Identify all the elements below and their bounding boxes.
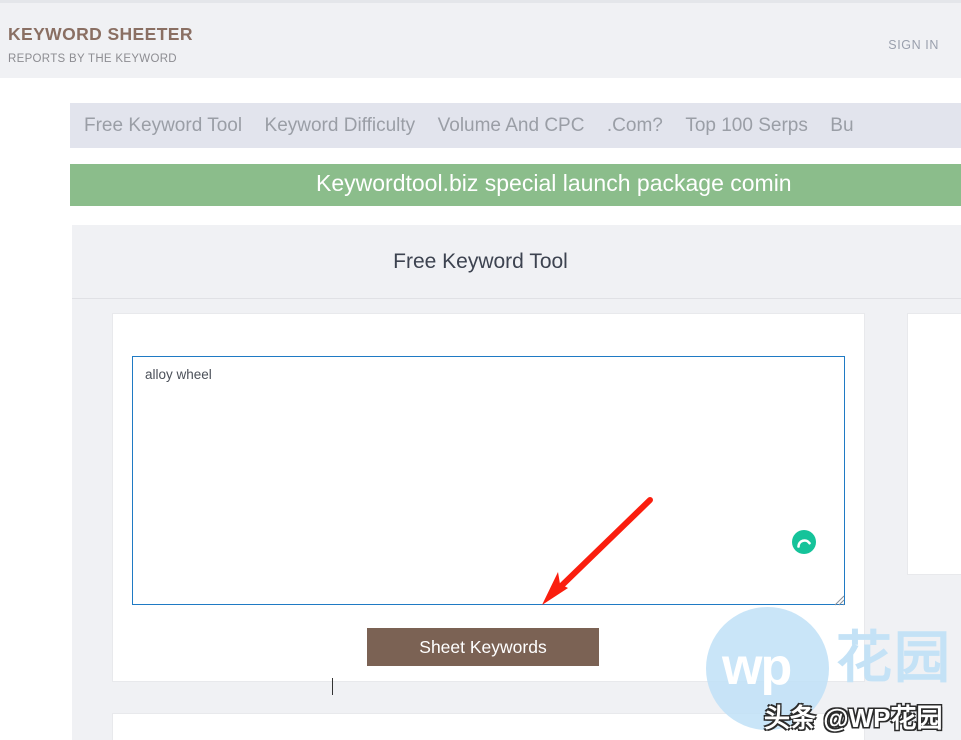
sidebar-card: Co [907, 313, 961, 575]
nav-item-free-keyword-tool[interactable]: Free Keyword Tool [70, 103, 251, 148]
page-title: Free Keyword Tool [393, 250, 568, 273]
content-panel: Free Keyword Tool Sheet Keywords [72, 225, 961, 740]
nav-item-bulk[interactable]: Bu [821, 103, 862, 148]
resize-grip-icon[interactable] [834, 593, 845, 606]
brand-subtitle: REPORTS BY THE KEYWORD [8, 53, 177, 65]
panel-divider [72, 298, 961, 299]
nav-item-com[interactable]: .Com? [598, 103, 672, 148]
text-caret [332, 678, 333, 695]
keyword-tool-card: Sheet Keywords [112, 313, 865, 695]
grammarly-arc-icon[interactable] [792, 530, 816, 554]
nav-item-top-100-serps[interactable]: Top 100 Serps [676, 103, 817, 148]
promo-banner: Keywordtool.biz special launch package c… [70, 164, 961, 206]
nav-item-keyword-difficulty[interactable]: Keyword Difficulty [256, 103, 425, 148]
sheet-keywords-button[interactable]: Sheet Keywords [367, 628, 599, 666]
brand-title: KEYWORD SHEETER [8, 24, 193, 44]
main-navigation: Free Keyword Tool Keyword Difficulty Vol… [70, 103, 961, 148]
keyword-input[interactable] [132, 356, 845, 605]
promo-banner-text: Keywordtool.biz special launch package c… [316, 170, 792, 196]
results-card [112, 713, 865, 740]
page-root: KEYWORD SHEETER REPORTS BY THE KEYWORD S… [0, 0, 961, 740]
sign-in-link[interactable]: SIGN IN [888, 38, 939, 52]
site-header: KEYWORD SHEETER REPORTS BY THE KEYWORD S… [0, 0, 961, 78]
nav-item-volume-and-cpc[interactable]: Volume And CPC [429, 103, 594, 148]
